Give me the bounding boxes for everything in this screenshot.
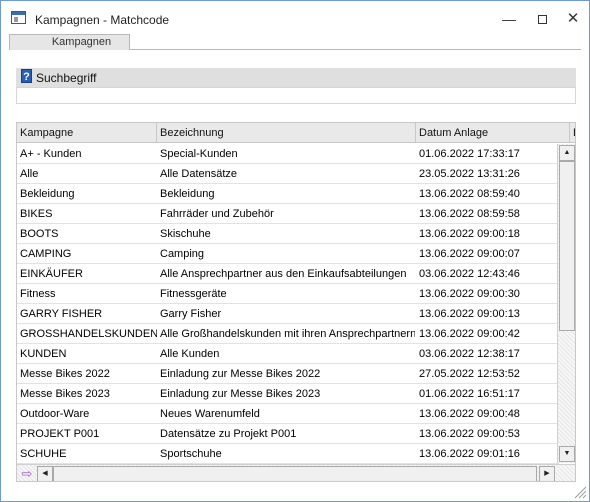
cell-datum: 13.06.2022 09:00:42 xyxy=(419,328,520,340)
table-row[interactable]: SCHUHE Sportschuhe 13.06.2022 09:01:16 xyxy=(17,444,559,464)
maximize-icon xyxy=(537,14,547,24)
cell-datum: 13.06.2022 09:00:48 xyxy=(419,408,520,420)
tab-strip: Kampagnen xyxy=(9,34,581,50)
search-label: Suchbegriff xyxy=(36,71,97,85)
cell-bezeichnung: Alle Ansprechpartner aus den Einkaufsabt… xyxy=(160,268,407,280)
cell-datum: 13.06.2022 09:00:13 xyxy=(419,308,520,320)
cell-datum: 03.06.2022 12:43:46 xyxy=(419,268,520,280)
close-button[interactable]: ✕ xyxy=(559,7,587,31)
cell-kampagne: Outdoor-Ware xyxy=(20,408,90,420)
search-header: ? Suchbegriff xyxy=(16,68,576,87)
cell-datum: 13.06.2022 09:00:53 xyxy=(419,428,520,440)
table-row[interactable]: GROSSHANDELSKUNDEN Alle Großhandelskunden… xyxy=(17,324,559,344)
scroll-left-icon[interactable]: ◀ xyxy=(37,466,53,481)
cell-bezeichnung: Datensätze zu Projekt P001 xyxy=(160,428,297,440)
cell-kampagne: EINKÄUFER xyxy=(20,268,83,280)
scroll-right-icon[interactable]: ▶ xyxy=(539,466,555,481)
cell-kampagne: Messe Bikes 2023 xyxy=(20,388,110,400)
navigate-arrow-icon[interactable]: ⇨ xyxy=(19,467,35,480)
cell-datum: 13.06.2022 08:59:40 xyxy=(419,188,520,200)
cell-kampagne: KUNDEN xyxy=(20,348,67,360)
column-header-bezeichnung[interactable]: Bezeichnung xyxy=(157,123,416,143)
cell-bezeichnung: Skischuhe xyxy=(160,228,211,240)
maximize-button[interactable] xyxy=(528,7,556,31)
table-row[interactable]: EINKÄUFER Alle Ansprechpartner aus den Ei… xyxy=(17,264,559,284)
horizontal-scroll-thumb[interactable] xyxy=(53,466,537,481)
grid-header: Kampagne Bezeichnung Datum Anlage D xyxy=(17,123,575,143)
cell-datum: 13.06.2022 09:00:07 xyxy=(419,248,520,260)
cell-kampagne: A+ - Kunden xyxy=(20,148,82,160)
column-header-datum-anlage[interactable]: Datum Anlage xyxy=(416,123,570,143)
table-row[interactable]: KUNDEN Alle Kunden 03.06.2022 12:38:17 xyxy=(17,344,559,364)
table-row[interactable]: Bekleidung Bekleidung 13.06.2022 08:59:40 xyxy=(17,184,559,204)
cell-bezeichnung: Einladung zur Messe Bikes 2022 xyxy=(160,368,321,380)
horizontal-scrollbar[interactable]: ⇨ ◀ ▶ xyxy=(17,464,575,481)
cell-kampagne: CAMPING xyxy=(20,248,72,260)
cell-bezeichnung: Sportschuhe xyxy=(160,448,222,460)
tab-kampagnen[interactable]: Kampagnen xyxy=(9,34,130,50)
cell-kampagne: Fitness xyxy=(20,288,56,300)
table-row[interactable]: Messe Bikes 2022 Einladung zur Messe Bike… xyxy=(17,364,559,384)
cell-kampagne: SCHUHE xyxy=(20,448,67,460)
search-input[interactable] xyxy=(16,87,576,104)
table-row[interactable]: Alle Alle Datensätze 23.05.2022 13:31:26 xyxy=(17,164,559,184)
tab-label: Kampagnen xyxy=(51,36,112,48)
table-row[interactable]: BOOTS Skischuhe 13.06.2022 09:00:18 xyxy=(17,224,559,244)
cell-datum: 23.05.2022 13:31:26 xyxy=(419,168,520,180)
cell-datum: 13.06.2022 09:00:30 xyxy=(419,288,520,300)
cell-datum: 01.06.2022 16:51:17 xyxy=(419,388,520,400)
cell-bezeichnung: Neues Warenumfeld xyxy=(160,408,260,420)
cell-bezeichnung: Special-Kunden xyxy=(160,148,238,160)
minimize-button[interactable]: — xyxy=(495,7,523,31)
cell-kampagne: BOOTS xyxy=(20,228,59,240)
table-row[interactable]: CAMPING Camping 13.06.2022 09:00:07 xyxy=(17,244,559,264)
results-grid: Kampagne Bezeichnung Datum Anlage D A+ -… xyxy=(16,122,576,482)
cell-kampagne: Alle xyxy=(20,168,39,180)
table-row[interactable]: A+ - Kunden Special-Kunden 01.06.2022 17:3… xyxy=(17,144,559,164)
vertical-scrollbar[interactable]: ▲ ▼ xyxy=(557,144,575,463)
cell-bezeichnung: Einladung zur Messe Bikes 2023 xyxy=(160,388,321,400)
grid-rows: A+ - Kunden Special-Kunden 01.06.2022 17:3… xyxy=(17,144,559,464)
cell-bezeichnung: Garry Fisher xyxy=(160,308,222,320)
cell-datum: 13.06.2022 09:01:16 xyxy=(419,448,520,460)
cell-kampagne: GARRY FISHER xyxy=(20,308,103,320)
cell-kampagne: GROSSHANDELSKUNDEN xyxy=(20,328,157,340)
cell-kampagne: PROJEKT P001 xyxy=(20,428,100,440)
cell-kampagne: Messe Bikes 2022 xyxy=(20,368,110,380)
window-title: Kampagnen - Matchcode xyxy=(35,13,170,27)
table-row[interactable]: BIKES Fahrräder und Zubehör 13.06.2022 08:… xyxy=(17,204,559,224)
cell-datum: 13.06.2022 09:00:18 xyxy=(419,228,520,240)
cell-datum: 01.06.2022 17:33:17 xyxy=(419,148,520,160)
cell-kampagne: BIKES xyxy=(20,208,53,220)
help-icon[interactable]: ? xyxy=(21,69,32,83)
cell-bezeichnung: Alle Kunden xyxy=(160,348,220,360)
cell-bezeichnung: Fitnessgeräte xyxy=(160,288,227,300)
cell-datum: 27.05.2022 12:53:52 xyxy=(419,368,520,380)
table-row[interactable]: Outdoor-Ware Neues Warenumfeld 13.06.2022 … xyxy=(17,404,559,424)
cell-datum: 03.06.2022 12:38:17 xyxy=(419,348,520,360)
matchcode-window: Kampagnen - Matchcode — ✕ Kampagnen ? Su… xyxy=(0,0,590,502)
column-header-kampagne[interactable]: Kampagne xyxy=(17,123,157,143)
app-window-icon xyxy=(11,11,26,24)
vertical-scroll-thumb[interactable] xyxy=(559,161,575,331)
cell-bezeichnung: Bekleidung xyxy=(160,188,215,200)
cell-kampagne: Bekleidung xyxy=(20,188,75,200)
cell-bezeichnung: Camping xyxy=(160,248,205,260)
table-row[interactable]: GARRY FISHER Garry Fisher 13.06.2022 09:00… xyxy=(17,304,559,324)
cell-datum: 13.06.2022 08:59:58 xyxy=(419,208,520,220)
cell-bezeichnung: Fahrräder und Zubehör xyxy=(160,208,274,220)
scroll-up-icon[interactable]: ▲ xyxy=(559,145,575,161)
cell-bezeichnung: Alle Großhandelskunden mit ihren Ansprec… xyxy=(160,328,415,340)
title-bar: Kampagnen - Matchcode — ✕ xyxy=(1,1,589,35)
table-row[interactable]: PROJEKT P001 Datensätze zu Projekt P001 13… xyxy=(17,424,559,444)
table-row[interactable]: Fitness Fitnessgeräte 13.06.2022 09:00:30 xyxy=(17,284,559,304)
table-row[interactable]: Messe Bikes 2023 Einladung zur Messe Bike… xyxy=(17,384,559,404)
column-header-truncated[interactable]: D xyxy=(570,123,575,143)
scroll-down-icon[interactable]: ▼ xyxy=(559,446,575,462)
resize-grip-icon[interactable] xyxy=(571,483,587,499)
cell-bezeichnung: Alle Datensätze xyxy=(160,168,238,180)
